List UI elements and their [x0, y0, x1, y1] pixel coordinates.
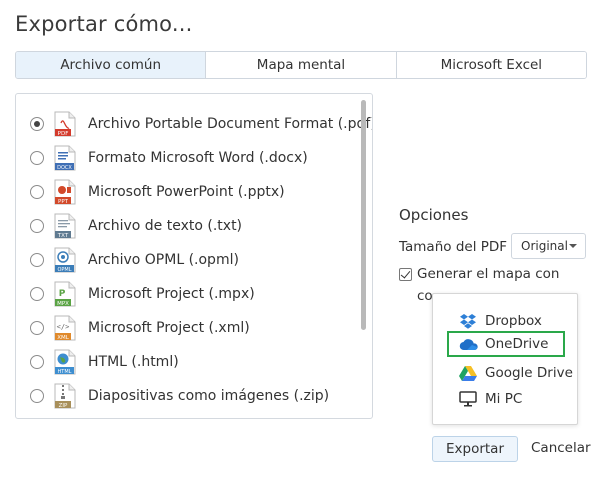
- format-label: Microsoft Project (.xml): [88, 320, 250, 336]
- format-list-scrollbar[interactable]: [361, 100, 366, 330]
- radio-button[interactable]: [30, 321, 44, 335]
- svg-text:PPT: PPT: [58, 199, 69, 205]
- pdf-size-select[interactable]: Original: [511, 233, 586, 259]
- pdf-size-value: Original: [521, 239, 568, 253]
- menu-item-onedrive[interactable]: OneDrive: [447, 331, 565, 357]
- format-item-xml[interactable]: </> XML Microsoft Project (.xml): [16, 311, 356, 345]
- menu-item-mi-pc[interactable]: Mi PC: [447, 386, 565, 412]
- menu-item-label: OneDrive: [485, 336, 549, 352]
- options-title: Opciones: [399, 206, 469, 224]
- format-label: Archivo de texto (.txt): [88, 218, 243, 234]
- dropbox-icon: [459, 313, 477, 329]
- svg-text:</>: </>: [57, 323, 70, 331]
- format-label: Archivo OPML (.opml): [88, 252, 239, 268]
- radio-button[interactable]: [30, 355, 44, 369]
- radio-button[interactable]: [30, 287, 44, 301]
- svg-text:OPML: OPML: [57, 267, 71, 273]
- radio-button[interactable]: [30, 151, 44, 165]
- svg-text:DOCX: DOCX: [57, 165, 72, 171]
- svg-text:MPX: MPX: [57, 301, 69, 307]
- svg-text:PDF: PDF: [58, 131, 69, 137]
- svg-text:ZIP: ZIP: [59, 403, 68, 409]
- radio-button[interactable]: [30, 389, 44, 403]
- pdf-file-icon: PDF: [54, 111, 76, 137]
- generate-map-label-continued: co: [417, 288, 433, 304]
- monitor-icon: [459, 391, 477, 407]
- dialog-title: Exportar cómo...: [15, 12, 193, 36]
- menu-item-label: Mi PC: [485, 391, 523, 407]
- export-tabs: Archivo común Mapa mental Microsoft Exce…: [15, 51, 587, 79]
- svg-text:HTML: HTML: [58, 369, 72, 375]
- zip-file-icon: ZIP: [54, 383, 76, 409]
- format-item-zip[interactable]: ZIP Diapositivas como imágenes (.zip): [16, 379, 356, 413]
- generate-map-label: Generar el mapa con: [417, 266, 560, 282]
- html-file-icon: HTML: [54, 349, 76, 375]
- format-label: Diapositivas como imágenes (.zip): [88, 388, 330, 404]
- format-label: HTML (.html): [88, 354, 179, 370]
- radio-button[interactable]: [30, 253, 44, 267]
- format-item-opml[interactable]: OPML Archivo OPML (.opml): [16, 243, 356, 277]
- menu-item-google-drive[interactable]: Google Drive: [447, 360, 573, 386]
- xml-file-icon: </> XML: [54, 315, 76, 341]
- svg-text:P: P: [59, 289, 66, 299]
- svg-text:TXT: TXT: [57, 233, 69, 239]
- format-item-pptx[interactable]: PPT Microsoft PowerPoint (.pptx): [16, 175, 356, 209]
- cancel-button[interactable]: Cancelar: [531, 440, 591, 456]
- format-item-txt[interactable]: TXT Archivo de texto (.txt): [16, 209, 356, 243]
- word-file-icon: DOCX: [54, 145, 76, 171]
- google-drive-icon: [459, 365, 477, 381]
- export-button[interactable]: Exportar: [432, 436, 518, 462]
- radio-button[interactable]: [30, 117, 44, 131]
- tab-microsoft-excel[interactable]: Microsoft Excel: [396, 52, 586, 78]
- tab-archivo-comun[interactable]: Archivo común: [16, 52, 207, 78]
- format-item-mpx[interactable]: P MPX Microsoft Project (.mpx): [16, 277, 356, 311]
- format-item-docx[interactable]: DOCX Formato Microsoft Word (.docx): [16, 141, 356, 175]
- chevron-down-icon: [569, 244, 577, 248]
- radio-button[interactable]: [30, 219, 44, 233]
- text-file-icon: TXT: [54, 213, 76, 239]
- powerpoint-file-icon: PPT: [54, 179, 76, 205]
- format-label: Archivo Portable Document Format (.pdf): [88, 116, 373, 132]
- format-item-html[interactable]: HTML HTML (.html): [16, 345, 356, 379]
- project-file-icon: P MPX: [54, 281, 76, 307]
- format-label: Formato Microsoft Word (.docx): [88, 150, 308, 166]
- menu-item-label: Google Drive: [485, 365, 573, 381]
- format-label: Microsoft Project (.mpx): [88, 286, 255, 302]
- opml-file-icon: OPML: [54, 247, 76, 273]
- format-label: Microsoft PowerPoint (.pptx): [88, 184, 285, 200]
- onedrive-icon: [459, 336, 478, 352]
- generate-map-checkbox[interactable]: [399, 268, 412, 281]
- format-item-pdf[interactable]: PDF Archivo Portable Document Format (.p…: [16, 107, 372, 141]
- menu-item-label: Dropbox: [485, 313, 542, 329]
- svg-text:XML: XML: [57, 335, 70, 341]
- export-destination-menu: Dropbox OneDrive Google Drive Mi PC: [432, 293, 578, 425]
- pdf-size-label: Tamaño del PDF: [399, 239, 508, 255]
- tab-mapa-mental[interactable]: Mapa mental: [206, 52, 397, 78]
- format-list: PDF Archivo Portable Document Format (.p…: [15, 93, 373, 419]
- radio-button[interactable]: [30, 185, 44, 199]
